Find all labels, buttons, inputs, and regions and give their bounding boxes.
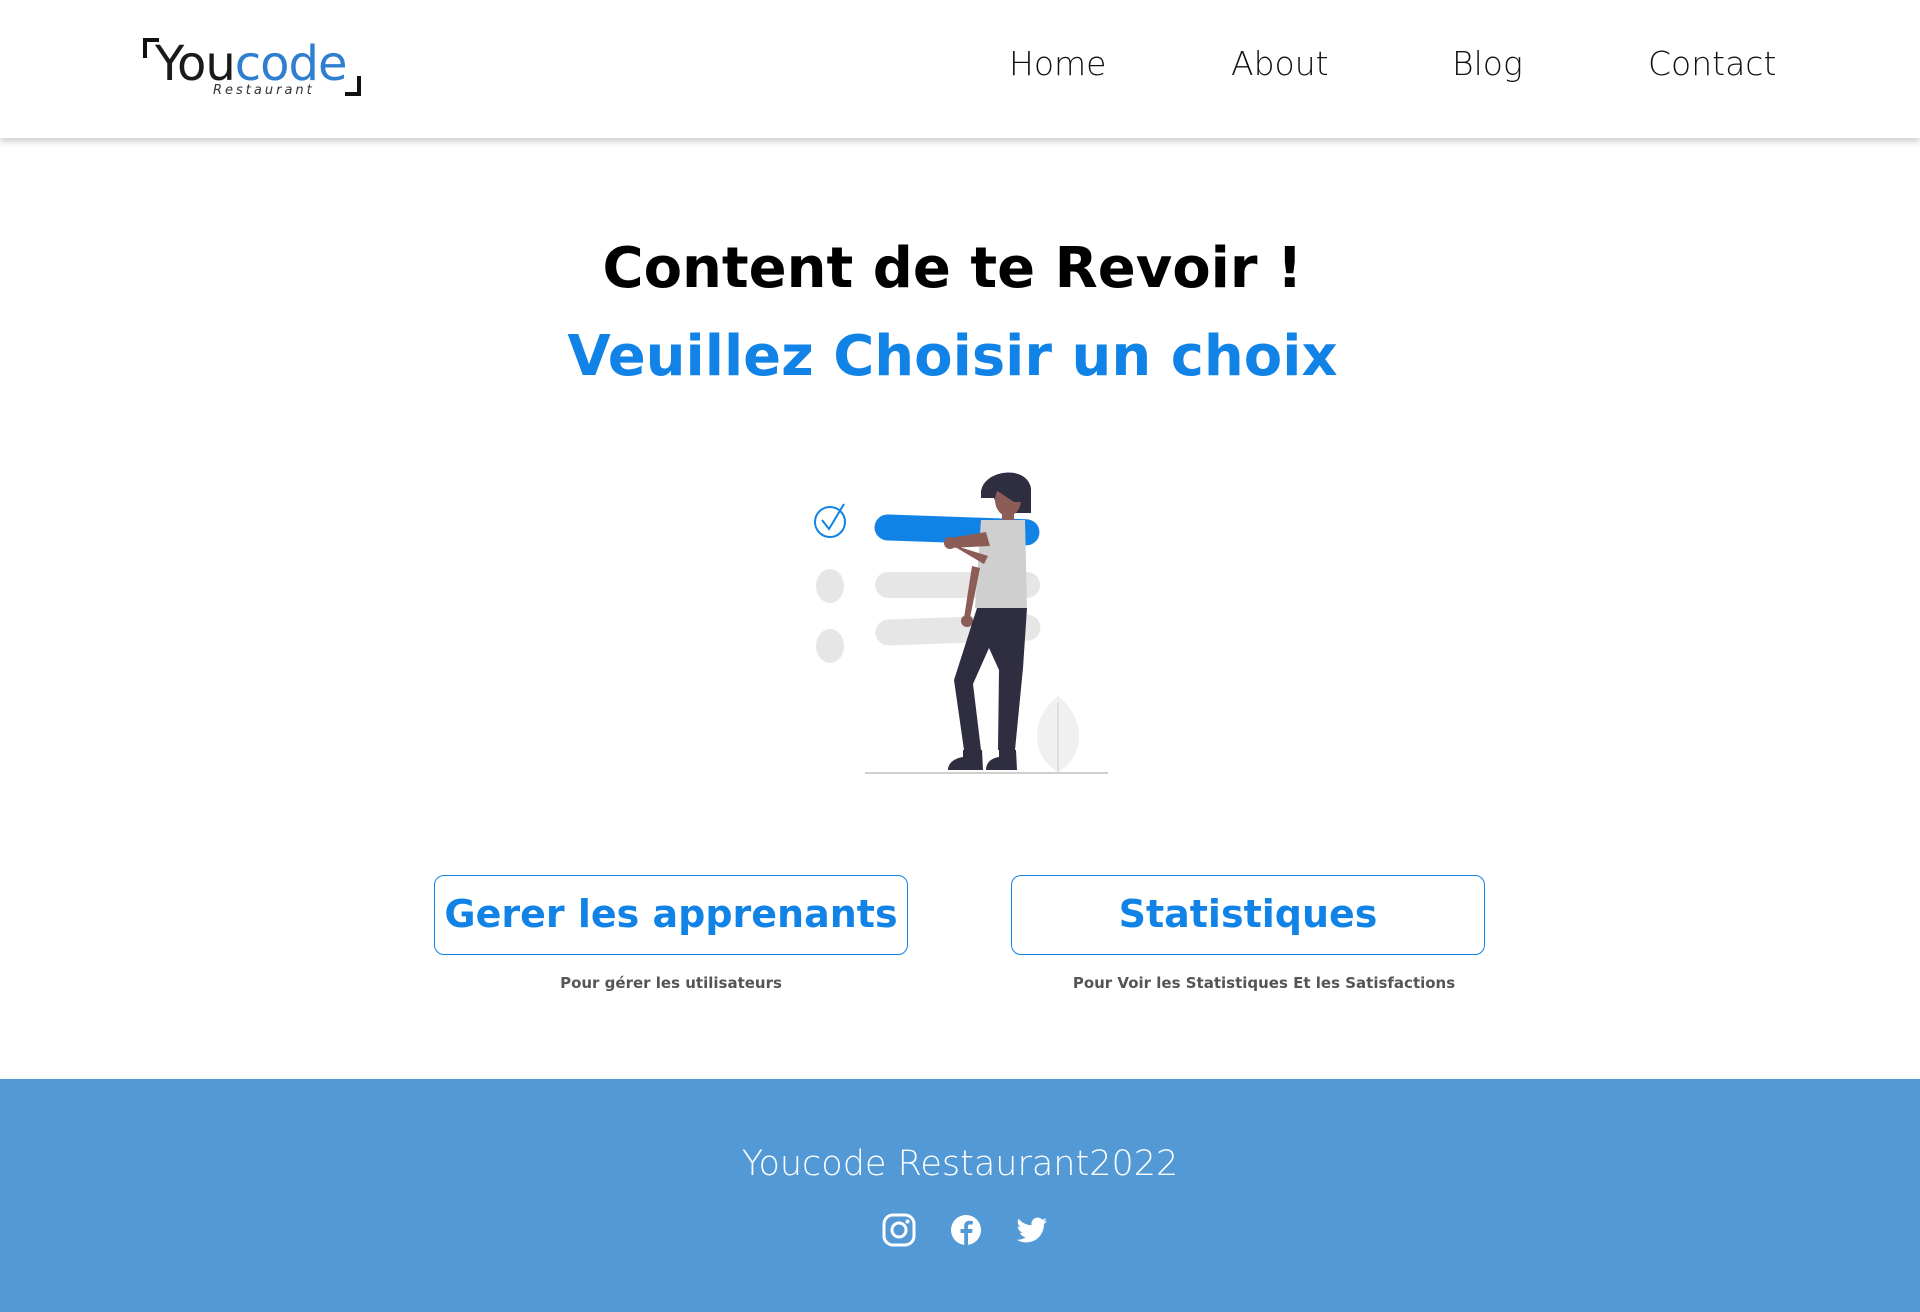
nav-link-blog[interactable]: Blog — [1452, 44, 1523, 83]
check-circle-icon — [814, 503, 846, 538]
page-title: Content de te Revoir ! — [602, 236, 1303, 301]
footer-copyright: Youcode Restaurant2022 — [741, 1144, 1179, 1184]
page-subtitle: Veuillez Choisir un choix — [567, 324, 1338, 389]
manage-learners-button[interactable]: Gerer les apprenants — [434, 875, 908, 955]
nav-link-home[interactable]: Home — [1009, 44, 1106, 83]
top-navbar: Youcode Restaurant Home About Blog Conta… — [0, 0, 1920, 138]
page-footer: Youcode Restaurant2022 — [0, 1079, 1920, 1312]
manage-learners-description: Pour gérer les utilisateurs — [560, 974, 782, 992]
logo-bracket-bottom-right — [345, 76, 361, 96]
checklist-woman-illustration — [814, 472, 1108, 774]
statistics-button[interactable]: Statistiques — [1011, 875, 1485, 955]
twitter-icon[interactable] — [1014, 1212, 1050, 1248]
unchecked-dot — [816, 569, 844, 603]
nav-link-about[interactable]: About — [1231, 44, 1329, 83]
nav-link-contact[interactable]: Contact — [1648, 44, 1776, 83]
statistics-description: Pour Voir les Statistiques Et les Satisf… — [1072, 974, 1456, 992]
logo-subtitle: Restaurant — [213, 83, 315, 98]
unchecked-dot — [816, 629, 844, 663]
youcode-logo[interactable]: Youcode Restaurant — [143, 36, 361, 98]
plant-icon — [1036, 696, 1080, 772]
instagram-icon[interactable] — [881, 1212, 917, 1248]
facebook-icon[interactable] — [948, 1212, 984, 1248]
